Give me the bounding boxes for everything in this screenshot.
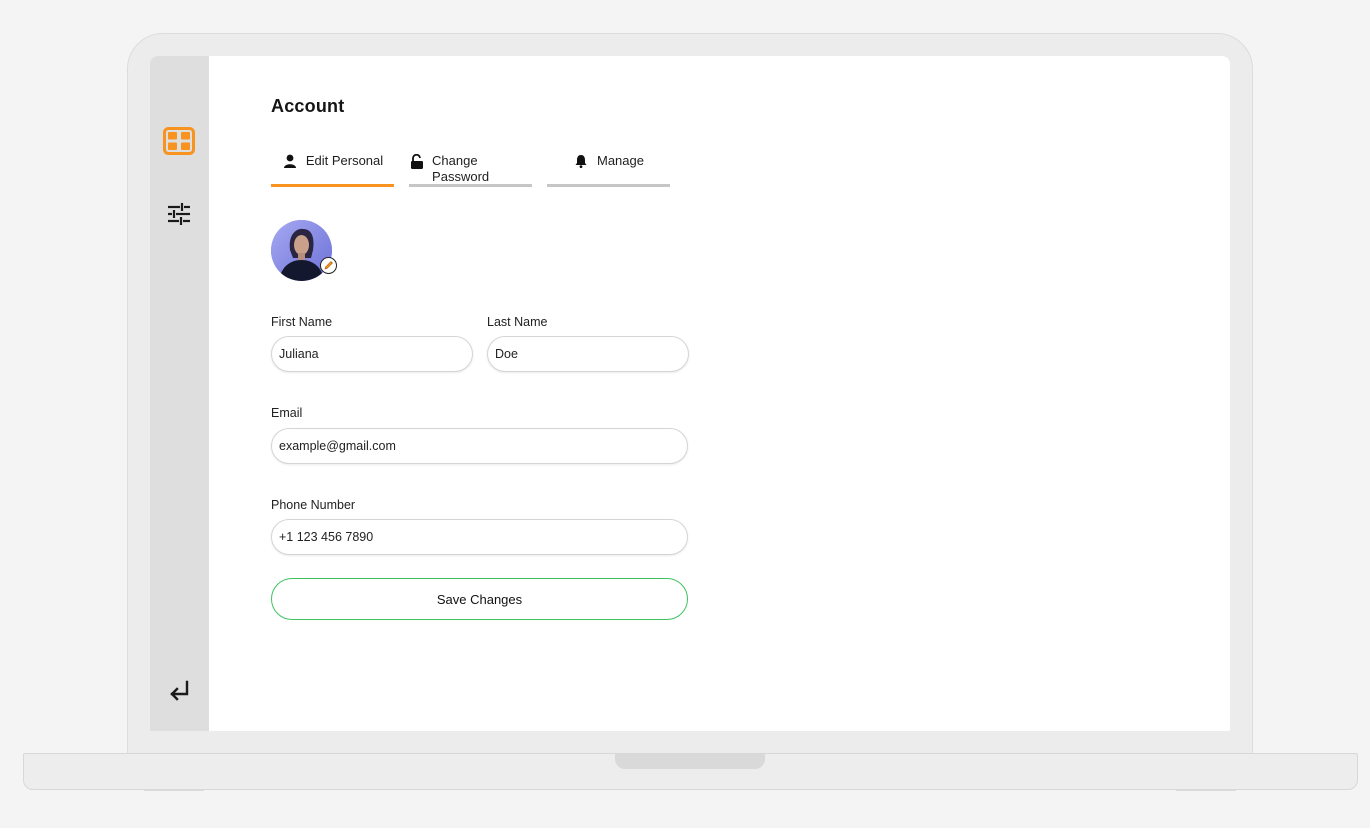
last-name-input[interactable]	[487, 336, 689, 372]
phone-input[interactable]	[271, 519, 688, 555]
tab-edit-personal[interactable]: Edit Personal	[271, 153, 394, 187]
laptop-notch	[615, 754, 765, 769]
dashboard-grid-icon	[163, 127, 195, 155]
laptop-foot-right	[1176, 789, 1236, 791]
first-name-input[interactable]	[271, 336, 473, 372]
tab-label: Change Password	[432, 153, 490, 184]
phone-label: Phone Number	[271, 498, 356, 512]
last-name-label: Last Name	[487, 315, 548, 329]
tab-manage[interactable]: Manage	[547, 153, 670, 187]
bell-icon	[573, 153, 589, 169]
sliders-icon	[168, 203, 190, 225]
avatar-edit-button[interactable]	[320, 257, 337, 274]
user-icon	[282, 153, 298, 169]
sidebar-item-settings[interactable]	[159, 194, 199, 234]
tab-label: Edit Personal	[305, 153, 384, 168]
tab-change-password[interactable]: Change Password	[409, 153, 532, 187]
tab-label: Manage	[597, 153, 644, 168]
laptop-foot-left	[144, 789, 204, 791]
first-name-label: First Name	[271, 315, 333, 329]
logout-button[interactable]	[159, 670, 199, 710]
page-title: Account	[271, 96, 345, 116]
pencil-icon	[324, 261, 333, 270]
email-input[interactable]	[271, 428, 688, 464]
return-arrow-icon	[170, 680, 189, 701]
sidebar	[150, 56, 209, 731]
sidebar-item-dashboard[interactable]	[159, 121, 199, 161]
save-changes-button[interactable]: Save Changes	[271, 578, 688, 620]
email-label: Email	[271, 406, 303, 420]
app-screen: Account Edit Personal Change Password Ma…	[150, 56, 1230, 731]
unlock-icon	[409, 153, 424, 169]
